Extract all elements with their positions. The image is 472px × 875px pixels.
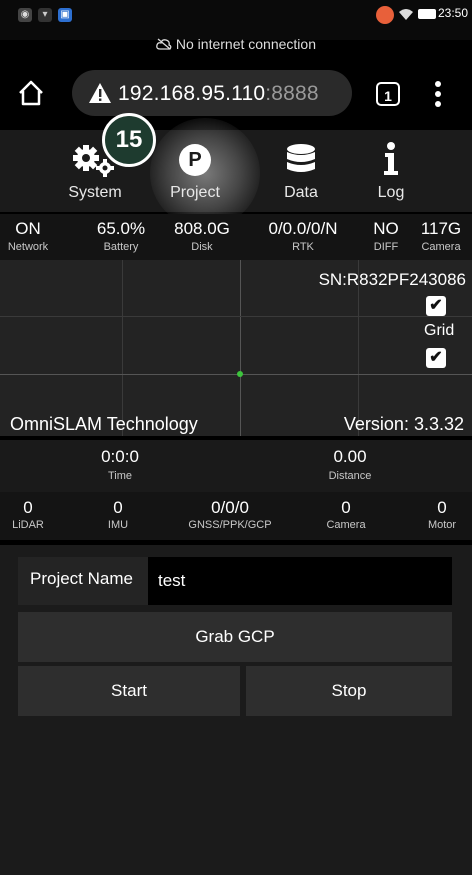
tab-log[interactable]: Log [356,130,426,212]
grid-line [0,374,472,375]
time-label: Time [107,470,133,482]
distance-label: Distance [328,470,372,482]
no-internet-text: No internet connection [175,36,316,52]
metric-diff-value: NO [373,219,399,238]
more-menu-icon[interactable] [434,80,442,108]
url-text[interactable]: 192.168.95.110:8888 [118,82,319,106]
tab-project[interactable]: P Project [150,130,240,212]
tab-project-label: Project [170,184,220,201]
clock: 23:50 [438,6,469,20]
warning-icon[interactable] [88,82,114,106]
metric-rtk-value: 0/0.0/0/N [268,219,338,238]
imu-label: IMU [107,519,129,531]
metric-disk-label: Disk [191,241,213,253]
tab-data-label: Data [284,184,318,201]
cloud-off-icon [156,37,172,53]
gnss-label: GNSS/PPK/GCP [188,519,272,531]
position-marker [237,371,243,377]
metric-network-label: Network [7,241,49,253]
grid-line [122,260,123,436]
step-badge: 15 [102,113,156,167]
motor-value: 0 [437,498,447,517]
battery-icon [418,9,436,19]
metric-disk-value: 808.0G [174,219,230,238]
record-status-icon [376,6,394,24]
no-internet-banner: No internet connection [0,36,472,56]
lidar-value: 0 [23,498,33,517]
grid-label: Grid [424,322,455,339]
tab-data[interactable]: Data [256,130,346,212]
motor-label: Motor [427,519,457,531]
serial-number: SN:R832PF243086 [318,270,466,289]
time-value: 0:0:0 [101,447,139,466]
app-status-icon: ▣ [58,8,72,22]
home-icon[interactable] [16,78,50,112]
map-checkbox[interactable]: ✔ [426,296,446,316]
tab-system-label: System [68,184,122,201]
signal-status-icon: ▾ [38,8,52,22]
url-port: :8888 [265,82,319,105]
camera-status-icon: ◉ [18,8,32,22]
metric-battery-value: 65.0% [96,219,146,238]
version-text: Version: 3.3.32 [343,414,464,434]
project-name-label: Project Name [18,557,148,605]
metric-diff-label: DIFF [373,241,399,253]
metric-battery-label: Battery [103,241,139,253]
tab-switcher-button[interactable]: 1 [376,82,400,106]
grid-checkbox[interactable]: ✔ [426,348,446,368]
imu-value: 0 [113,498,123,517]
wifi-icon [398,6,414,22]
grid-line [240,260,241,436]
tab-log-label: Log [377,184,405,201]
project-p-icon: P [179,144,211,176]
camera-count-value: 0 [341,498,351,517]
stop-button[interactable]: Stop [246,666,452,716]
distance-value: 0.00 [333,447,367,466]
camera-count-label: Camera [326,519,366,531]
company-name: OmniSLAM Technology [10,414,198,434]
url-host: 192.168.95.110 [118,82,266,105]
metric-camera-value: 117G [420,219,462,238]
grab-gcp-button[interactable]: Grab GCP [18,612,452,662]
lidar-label: LiDAR [12,519,44,531]
grid-line [0,316,472,317]
start-button[interactable]: Start [18,666,240,716]
metric-network-value: ON [15,219,41,238]
database-icon [286,144,316,183]
metric-camera-label: Camera [421,241,461,253]
info-icon [383,142,399,181]
gnss-value: 0/0/0 [211,498,249,517]
project-name-input[interactable] [148,557,452,605]
metric-rtk-label: RTK [292,241,314,253]
